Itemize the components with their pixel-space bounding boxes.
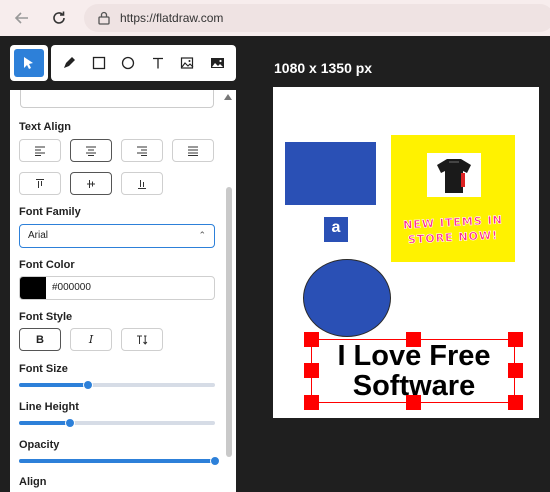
back-button[interactable] <box>8 4 36 32</box>
bold-button[interactable]: B <box>19 328 61 351</box>
resize-handle-bottom-right[interactable] <box>508 395 523 410</box>
align-justify-button[interactable] <box>172 139 214 162</box>
valign-top-button[interactable] <box>19 172 61 195</box>
image-upload-tool-button[interactable] <box>202 48 232 78</box>
slider-fill <box>19 383 88 387</box>
amazon-logo-tile[interactable]: a <box>324 217 348 242</box>
bold-icon: B <box>36 333 44 346</box>
scrollbar-thumb[interactable] <box>226 187 232 457</box>
resize-handle-bottom[interactable] <box>406 395 421 410</box>
image-icon <box>180 57 194 69</box>
resize-handle-right[interactable] <box>508 363 523 378</box>
pen-icon <box>64 57 75 68</box>
font-family-select[interactable]: Arial ⌃ <box>19 224 215 248</box>
font-style-label: Font Style <box>19 311 73 323</box>
reload-icon <box>53 11 65 24</box>
url-text: https://flatdraw.com <box>120 11 224 25</box>
chevron-updown-icon: ⌃ <box>198 230 206 240</box>
ellipse-icon <box>121 56 135 70</box>
font-size-label: Font Size <box>19 363 68 375</box>
align-left-icon <box>35 146 45 156</box>
lock-icon[interactable] <box>96 10 112 26</box>
selected-text-object[interactable]: I Love Free Software <box>311 339 515 403</box>
slider-fill <box>19 421 70 425</box>
line-height-slider[interactable] <box>19 418 215 428</box>
browser-toolbar: https://flatdraw.com <box>0 0 550 36</box>
resize-handle-left[interactable] <box>304 363 319 378</box>
line-height-label: Line Height <box>19 401 79 413</box>
text-content-input[interactable] <box>20 90 214 108</box>
reload-button[interactable] <box>45 4 73 32</box>
align-top-icon <box>36 178 44 188</box>
select-tool-group <box>10 45 48 81</box>
valign-middle-button[interactable] <box>70 172 112 195</box>
align-justify-icon <box>188 146 198 156</box>
italic-button[interactable]: I <box>70 328 112 351</box>
promo-image[interactable]: NEW ITEMS IN STORE NOW! <box>391 135 515 262</box>
resize-handle-top-left[interactable] <box>304 332 319 347</box>
align-center-icon <box>86 146 96 156</box>
scroll-up-arrow-icon[interactable] <box>224 94 232 100</box>
arrow-left-icon <box>14 12 28 24</box>
italic-icon: I <box>88 333 94 346</box>
text-case-icon <box>137 335 148 345</box>
canvas-size-label: 1080 x 1350 px <box>274 60 373 76</box>
text-transform-button[interactable] <box>121 328 163 351</box>
align-left-button[interactable] <box>19 139 61 162</box>
shirt-image <box>427 153 481 197</box>
ellipse-tool-button[interactable] <box>113 48 143 78</box>
text-tool-button[interactable] <box>143 48 173 78</box>
align-center-button[interactable] <box>70 139 112 162</box>
ellipse-shape[interactable] <box>303 259 391 337</box>
opacity-slider[interactable] <box>19 456 220 466</box>
drawing-tools <box>51 45 236 81</box>
font-color-label: Font Color <box>19 259 75 271</box>
image-tool-button[interactable] <box>172 48 202 78</box>
rectangle-shape[interactable] <box>285 142 376 205</box>
font-family-label: Font Family <box>19 206 81 218</box>
opacity-label: Opacity <box>19 439 60 451</box>
align-right-button[interactable] <box>121 139 163 162</box>
design-canvas[interactable]: a NEW ITEMS IN STORE NOW! I Love Free So… <box>273 87 539 418</box>
align-right-icon <box>137 146 147 156</box>
image-icon <box>210 58 224 68</box>
properties-panel: Text Align Font Family Arial ⌃ Font Colo… <box>10 90 236 492</box>
slider-thumb[interactable] <box>82 380 93 390</box>
valign-bottom-button[interactable] <box>121 172 163 195</box>
font-family-value: Arial <box>28 230 49 241</box>
text-align-label: Text Align <box>19 121 71 133</box>
resize-handle-top-right[interactable] <box>508 332 523 347</box>
align-label: Align <box>19 476 47 488</box>
address-bar[interactable]: https://flatdraw.com <box>84 4 550 32</box>
color-swatch[interactable] <box>20 277 46 299</box>
font-color-field[interactable]: #000000 <box>19 276 215 300</box>
align-middle-icon <box>87 179 95 188</box>
slider-fill <box>19 459 215 463</box>
rectangle-icon <box>92 56 106 70</box>
align-bottom-icon <box>138 179 146 189</box>
font-size-slider[interactable] <box>19 380 215 390</box>
resize-handle-bottom-left[interactable] <box>304 395 319 410</box>
text-icon <box>153 57 163 69</box>
select-tool-button[interactable] <box>14 49 44 77</box>
font-color-value: #000000 <box>52 282 91 293</box>
amazon-logo: a <box>331 218 341 236</box>
slider-thumb[interactable] <box>210 456 220 466</box>
slider-thumb[interactable] <box>64 418 75 428</box>
resize-handle-top[interactable] <box>406 332 421 347</box>
rectangle-tool-button[interactable] <box>84 48 114 78</box>
cursor-icon <box>24 57 33 69</box>
pen-tool-button[interactable] <box>54 48 84 78</box>
